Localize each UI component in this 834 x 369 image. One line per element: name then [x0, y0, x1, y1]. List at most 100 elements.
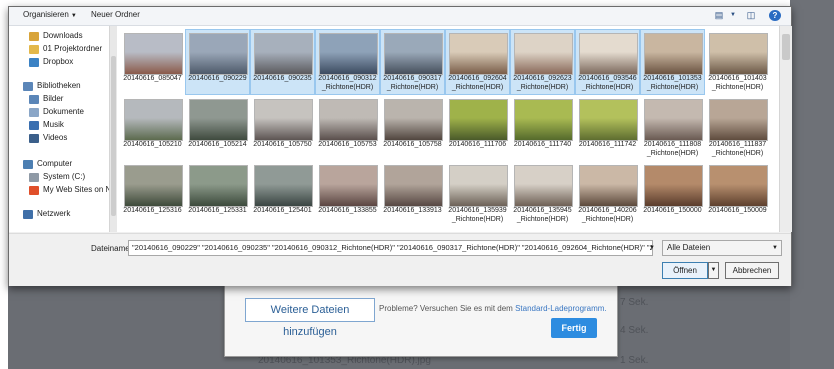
file-item[interactable]: 20140616_090229 — [185, 29, 250, 95]
photo-thumbnail — [384, 165, 443, 207]
nav-network[interactable]: Netzwerk — [23, 208, 70, 220]
photo-thumbnail — [644, 99, 703, 141]
nav-library-3[interactable]: Videos — [29, 132, 67, 144]
photo-thumbnail — [319, 165, 378, 207]
file-item[interactable]: 20140616_133913 — [381, 162, 444, 226]
file-item[interactable]: 20140616_093546 _Richtone(HDR) — [575, 29, 640, 95]
add-more-files-button[interactable]: Weitere Dateien hinzufügen — [245, 298, 375, 338]
photo-thumbnail — [514, 165, 573, 207]
file-item[interactable]: 20140616_101403 _Richtone(HDR) — [706, 30, 769, 94]
drive-icon — [29, 172, 39, 182]
photo-thumbnail — [449, 165, 508, 207]
filetype-value: Alle Dateien — [667, 243, 711, 252]
file-item[interactable]: 20140616_105758 — [381, 96, 444, 160]
file-item[interactable]: 20140616_105753 — [316, 96, 379, 160]
photo-thumbnail — [384, 33, 443, 75]
problem-text: Probleme? Versuchen Sie es mit dem — [379, 304, 513, 313]
file-grid-scrollbar[interactable] — [779, 26, 792, 232]
nav-item-label: Bilder — [43, 94, 64, 103]
nav-item-label: My Web Sites on N — [43, 185, 109, 194]
pictures-library-icon — [29, 94, 39, 104]
open-button[interactable]: Öffnen — [662, 262, 708, 279]
nav-library-1[interactable]: Dokumente — [29, 106, 84, 118]
done-button[interactable]: Fertig — [551, 318, 597, 338]
nav-item-1[interactable]: 01 Projektordner — [29, 43, 102, 55]
file-item[interactable]: 20140616_092623 _Richtone(HDR) — [510, 29, 575, 95]
dialog-toolbar: Organisieren ▼ Neuer Ordner ▤ ▼ ◫ ? — [9, 7, 791, 26]
nav-computer-0[interactable]: System (C:) — [29, 171, 85, 183]
nav-item-label: Netzwerk — [37, 209, 71, 218]
nav-computer[interactable]: Computer — [23, 158, 72, 170]
nav-item-0[interactable]: Downloads — [29, 30, 83, 42]
file-name: 20140616_140206 _Richtone(HDR) — [578, 207, 637, 223]
dialog-bottom-bar: Dateiname: "20140616_090229" "20140616_0… — [9, 233, 791, 286]
file-name: 20140616_105758 — [383, 141, 442, 148]
file-item[interactable]: 20140616_133855 — [316, 162, 379, 226]
music-library-icon — [29, 120, 39, 130]
nav-library-2[interactable]: Musik — [29, 119, 64, 131]
navigation-scrollbar[interactable] — [109, 26, 117, 232]
file-item[interactable]: 20140616_085047 — [121, 30, 184, 94]
file-item[interactable]: 20140616_150009 — [706, 162, 769, 226]
file-item[interactable]: 20140616_111742 — [576, 96, 639, 160]
file-name: 20140616_092604 _Richtone(HDR) — [448, 75, 507, 91]
file-item[interactable]: 20140616_111837 _Richtone(HDR) — [706, 96, 769, 160]
file-name: 20140616_105750 — [253, 141, 312, 148]
file-name: 20140616_090235 — [253, 75, 312, 82]
photo-thumbnail — [514, 33, 573, 75]
problem-hint: Probleme? Versuchen Sie es mit dem Stand… — [379, 304, 607, 313]
nav-item-2[interactable]: Dropbox — [29, 56, 73, 68]
file-item[interactable]: 20140616_090312 _Richtone(HDR) — [315, 29, 380, 95]
view-options-icon[interactable]: ▤ — [713, 10, 725, 21]
file-grid-scrollbar-thumb[interactable] — [782, 34, 790, 60]
file-item[interactable]: 20140616_111740 — [511, 96, 574, 160]
file-item[interactable]: 20140616_150000 — [641, 162, 704, 226]
file-name: 20140616_101403 _Richtone(HDR) — [708, 75, 767, 91]
filetype-select[interactable]: Alle Dateien ▼ — [662, 240, 782, 256]
file-item[interactable]: 20140616_111706 — [446, 96, 509, 160]
open-options-button[interactable]: ▼ — [708, 262, 719, 279]
file-item[interactable]: 20140616_092604 _Richtone(HDR) — [445, 29, 510, 95]
file-name: 20140616_092623 _Richtone(HDR) — [513, 75, 572, 91]
file-item[interactable]: 20140616_135939 _Richtone(HDR) — [446, 162, 509, 226]
photo-thumbnail — [189, 165, 248, 207]
chevron-down-icon: ▼ — [772, 245, 778, 251]
file-item[interactable]: 20140616_125316 — [121, 162, 184, 226]
file-name: 20140616_125331 — [188, 207, 247, 214]
nav-item-label: Musik — [43, 120, 64, 129]
file-item[interactable]: 20140616_105750 — [251, 96, 314, 160]
file-item[interactable]: 20140616_090317 _Richtone(HDR) — [380, 29, 445, 95]
nav-item-label: 01 Projektordner — [43, 44, 103, 53]
chevron-down-icon[interactable]: ▼ — [646, 240, 658, 256]
documents-library-icon — [29, 107, 39, 117]
new-folder-button[interactable]: Neuer Ordner — [91, 10, 140, 19]
file-name: 20140616_105210 — [123, 141, 182, 148]
file-item[interactable]: 20140616_135945 _Richtone(HDR) — [511, 162, 574, 226]
file-name: 20140616_111706 — [448, 141, 507, 148]
file-item[interactable]: 20140616_105210 — [121, 96, 184, 160]
chevron-down-icon[interactable]: ▼ — [727, 10, 739, 21]
file-item[interactable]: 20140616_140206 _Richtone(HDR) — [576, 162, 639, 226]
file-item[interactable]: 20140616_111808 _Richtone(HDR) — [641, 96, 704, 160]
page-right-area — [790, 0, 834, 369]
upload-time-1: 7 Sek. — [620, 297, 649, 308]
folder-icon — [29, 44, 39, 54]
filename-input[interactable]: "20140616_090229" "20140616_090235" "201… — [128, 240, 653, 256]
standard-uploader-link[interactable]: Standard-Ladeprogramm. — [515, 304, 607, 313]
organize-menu[interactable]: Organisieren ▼ — [23, 10, 77, 19]
file-item[interactable]: 20140616_101353 _Richtone(HDR) — [640, 29, 705, 95]
help-icon[interactable]: ? — [769, 10, 781, 21]
file-item[interactable]: 20140616_090235 — [250, 29, 315, 95]
nav-libraries[interactable]: Bibliotheken — [23, 80, 81, 92]
videos-library-icon — [29, 133, 39, 143]
file-item[interactable]: 20140616_125401 — [251, 162, 314, 226]
file-item[interactable]: 20140616_125331 — [186, 162, 249, 226]
file-name: 20140616_135945 _Richtone(HDR) — [513, 207, 572, 223]
file-item[interactable]: 20140616_105214 — [186, 96, 249, 160]
nav-library-0[interactable]: Bilder — [29, 93, 63, 105]
preview-pane-icon[interactable]: ◫ — [745, 10, 757, 21]
navigation-scrollbar-thumb[interactable] — [111, 56, 116, 216]
cancel-button[interactable]: Abbrechen — [725, 262, 779, 279]
nav-computer-1[interactable]: My Web Sites on N — [29, 184, 109, 196]
upload-panel: Weitere Dateien hinzufügen Probleme? Ver… — [224, 285, 618, 357]
